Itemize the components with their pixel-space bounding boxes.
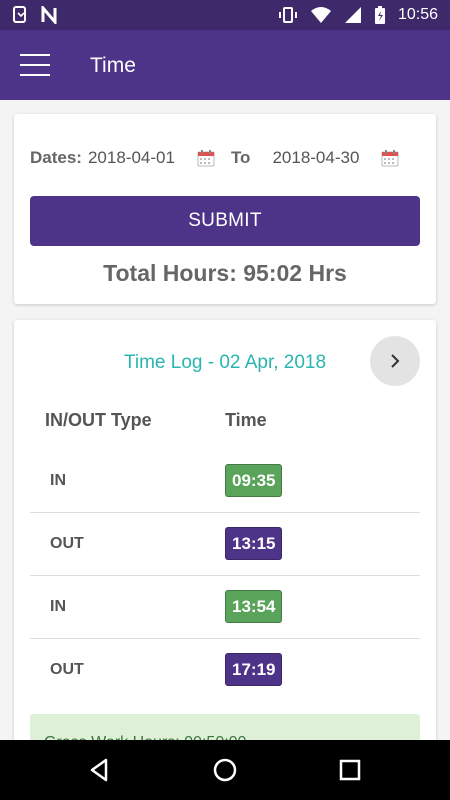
to-label: To (230, 148, 251, 167)
vibrate-icon (278, 7, 297, 23)
page-title: Time (90, 54, 136, 77)
wifi-icon (310, 7, 331, 23)
recents-icon[interactable] (336, 756, 364, 784)
next-day-button[interactable] (370, 336, 420, 386)
time-badge: 17:19 (225, 653, 283, 686)
time-badge: 13:15 (225, 527, 283, 560)
table-row: OUT 13:15 (30, 513, 420, 576)
table-row: IN 13:54 (30, 576, 420, 639)
date-filter-card: Dates: 2018-04-01 To 2018-04-30 SUBMIT T… (14, 114, 436, 304)
status-bar: 10:56 (0, 0, 450, 30)
row-type: OUT (50, 661, 84, 678)
time-log-card: Time Log - 02 Apr, 2018 IN/OUT Type Time… (14, 320, 436, 760)
app-bar: Time (0, 30, 450, 100)
row-type: IN (50, 598, 66, 615)
chevron-right-icon (391, 354, 400, 368)
status-clock: 10:56 (397, 6, 438, 23)
from-date-field[interactable]: 2018-04-01 (88, 148, 175, 168)
to-date-field[interactable]: 2018-04-30 (272, 148, 359, 168)
screenshot-notification-icon (13, 6, 26, 23)
column-header-type: IN/OUT Type (45, 410, 152, 430)
system-nav-bar (0, 740, 450, 800)
row-type: IN (50, 472, 66, 489)
total-hours: Total Hours: 95:02 Hrs (103, 260, 347, 286)
submit-button[interactable]: SUBMIT (30, 196, 420, 246)
table-row: IN 09:35 (30, 450, 420, 513)
table-row: OUT 17:19 (30, 639, 420, 702)
time-badge: 13:54 (225, 590, 283, 623)
n-notification-icon (41, 6, 57, 24)
menu-icon[interactable] (20, 54, 50, 76)
calendar-icon[interactable] (197, 149, 215, 167)
battery-icon (374, 6, 385, 24)
signal-icon (344, 7, 361, 23)
dates-label: Dates: (30, 148, 82, 167)
date-range-row: Dates: 2018-04-01 To 2018-04-30 (30, 148, 399, 168)
calendar-icon[interactable] (381, 149, 399, 167)
column-header-time: Time (225, 410, 267, 430)
home-icon[interactable] (211, 756, 239, 784)
time-badge: 09:35 (225, 464, 283, 497)
row-type: OUT (50, 535, 84, 552)
back-icon[interactable] (86, 756, 114, 784)
